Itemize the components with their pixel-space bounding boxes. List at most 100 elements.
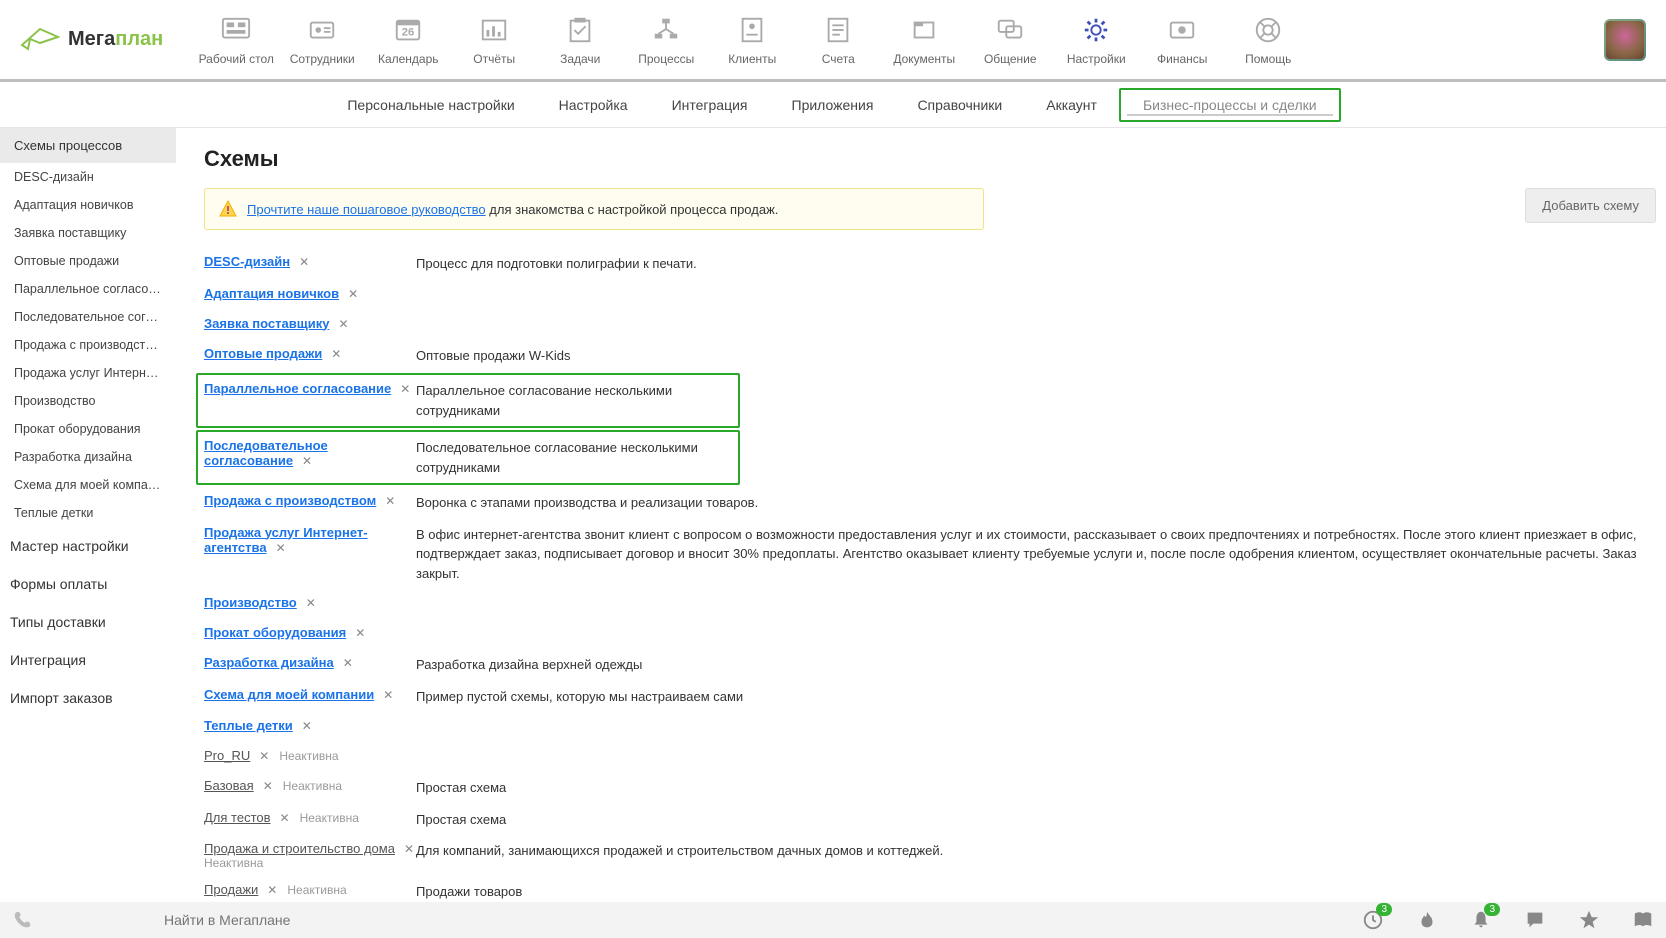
close-icon[interactable]: ✕: [280, 811, 290, 825]
scheme-link[interactable]: Разработка дизайна: [204, 655, 334, 670]
sidebar-item[interactable]: Схема для моей компании: [0, 471, 176, 499]
add-scheme-button[interactable]: Добавить схему: [1525, 188, 1656, 223]
sidebar-item[interactable]: Прокат оборудования: [0, 415, 176, 443]
scheme-link[interactable]: Адаптация новичков: [204, 286, 339, 301]
topnav-employees[interactable]: Сотрудники: [279, 14, 365, 66]
subnav-item[interactable]: Справочники: [895, 82, 1024, 128]
scheme-description: Параллельное согласование несколькими со…: [416, 381, 732, 420]
scheme-link[interactable]: Pro_RU: [204, 748, 250, 763]
avatar[interactable]: [1604, 19, 1646, 61]
close-icon[interactable]: ✕: [267, 883, 277, 897]
scheme-status: Неактивна: [300, 811, 359, 825]
sidebar-item[interactable]: Последовательное согласов...: [0, 303, 176, 331]
clock-badge: 3: [1376, 903, 1392, 916]
topnav-reports[interactable]: Отчёты: [451, 14, 537, 66]
topnav-tasks[interactable]: Задачи: [537, 14, 623, 66]
search-input[interactable]: [164, 912, 764, 928]
topnav-label: Настройки: [1067, 52, 1126, 66]
close-icon[interactable]: ✕: [259, 749, 269, 763]
topnav-invoices[interactable]: Счета: [795, 14, 881, 66]
scheme-description: Простая схема: [416, 778, 1638, 798]
close-icon[interactable]: ✕: [306, 596, 316, 610]
scheme-link[interactable]: Теплые детки: [204, 718, 293, 733]
invoices-icon: [819, 14, 857, 46]
sidebar: Схемы процессов DESC-дизайнАдаптация нов…: [0, 128, 176, 899]
subnav-item[interactable]: Аккаунт: [1024, 82, 1119, 128]
topnav-documents[interactable]: Документы: [881, 14, 967, 66]
sidebar-section[interactable]: Мастер настройки: [0, 527, 176, 565]
close-icon[interactable]: ✕: [276, 541, 286, 555]
scheme-link[interactable]: DESC-дизайн: [204, 254, 290, 269]
close-icon[interactable]: ✕: [263, 779, 273, 793]
sidebar-item[interactable]: DESC-дизайн: [0, 163, 176, 191]
scheme-link[interactable]: Прокат оборудования: [204, 625, 346, 640]
topnav-help[interactable]: Помощь: [1225, 14, 1311, 66]
topnav-processes[interactable]: Процессы: [623, 14, 709, 66]
scheme-link[interactable]: Схема для моей компании: [204, 687, 374, 702]
sidebar-item[interactable]: Разработка дизайна: [0, 443, 176, 471]
subnav-item[interactable]: Персональные настройки: [325, 82, 536, 128]
close-icon[interactable]: ✕: [355, 626, 365, 640]
topbar: Мегаплан Рабочий столСотрудники26Календа…: [0, 0, 1666, 82]
sidebar-item[interactable]: Продажа услуг Интернет-аге...: [0, 359, 176, 387]
phone-icon[interactable]: [12, 909, 34, 931]
scheme-link[interactable]: Продажа услуг Интернет-агентства: [204, 525, 368, 555]
logo[interactable]: Мегаплан: [20, 25, 163, 55]
close-icon[interactable]: ✕: [383, 688, 393, 702]
flame-icon[interactable]: [1416, 909, 1438, 931]
star-icon[interactable]: [1578, 909, 1600, 931]
scheme-link[interactable]: Оптовые продажи: [204, 346, 322, 361]
sidebar-item[interactable]: Заявка поставщику: [0, 219, 176, 247]
close-icon[interactable]: ✕: [331, 347, 341, 361]
sidebar-item[interactable]: Продажа с производством: [0, 331, 176, 359]
scheme-row: Продажа и строительство дома✕НеактивнаДл…: [204, 835, 1638, 876]
sidebar-header: Схемы процессов: [0, 128, 176, 163]
topnav-dashboard[interactable]: Рабочий стол: [193, 14, 279, 66]
message-icon[interactable]: [1524, 909, 1546, 931]
topnav-settings[interactable]: Настройки: [1053, 14, 1139, 66]
subnav-item[interactable]: Интеграция: [650, 82, 770, 128]
close-icon[interactable]: ✕: [404, 842, 414, 856]
sidebar-item[interactable]: Теплые детки: [0, 499, 176, 527]
scheme-link[interactable]: Продажа и строительство дома: [204, 841, 395, 856]
close-icon[interactable]: ✕: [348, 287, 358, 301]
scheme-link[interactable]: Продажа с производством: [204, 493, 376, 508]
scheme-link[interactable]: Для тестов: [204, 810, 271, 825]
clock-icon[interactable]: 3: [1362, 909, 1384, 931]
scheme-row: Продажа с производством✕Воронка с этапам…: [204, 487, 1638, 519]
subnav-item[interactable]: Бизнес-процессы и сделки: [1119, 88, 1341, 122]
close-icon[interactable]: ✕: [338, 317, 348, 331]
sidebar-item[interactable]: Адаптация новичков: [0, 191, 176, 219]
scheme-link[interactable]: Заявка поставщику: [204, 316, 329, 331]
bell-icon[interactable]: 3: [1470, 909, 1492, 931]
scheme-row: DESC-дизайн ✕ Процесс для подготовки полиг…: [204, 248, 1638, 280]
close-icon[interactable]: ✕: [343, 656, 353, 670]
book-icon[interactable]: [1632, 909, 1654, 931]
sidebar-section[interactable]: Формы оплаты: [0, 565, 176, 603]
topnav-finance[interactable]: Финансы: [1139, 14, 1225, 66]
close-icon[interactable]: ✕: [302, 454, 312, 468]
close-icon[interactable]: ✕: [299, 255, 309, 269]
scheme-status: Неактивна: [204, 856, 416, 870]
sidebar-section[interactable]: Интеграция: [0, 641, 176, 679]
scheme-link[interactable]: Параллельное согласование: [204, 381, 391, 396]
close-icon[interactable]: ✕: [400, 382, 410, 396]
topnav-clients[interactable]: Клиенты: [709, 14, 795, 66]
subnav-item[interactable]: Приложения: [770, 82, 896, 128]
scheme-link[interactable]: Базовая: [204, 778, 254, 793]
subnav-item[interactable]: Настройка: [537, 82, 650, 128]
scheme-description: Процесс для подготовки полиграфии к печа…: [416, 254, 1638, 274]
alert-link[interactable]: Прочтите наше пошаговое руководство: [247, 202, 486, 217]
bottombar: 3 3: [0, 902, 1666, 938]
sidebar-section[interactable]: Типы доставки: [0, 603, 176, 641]
sidebar-section[interactable]: Импорт заказов: [0, 679, 176, 717]
topnav-calendar[interactable]: 26Календарь: [365, 14, 451, 66]
sidebar-item[interactable]: Оптовые продажи: [0, 247, 176, 275]
scheme-link[interactable]: Производство: [204, 595, 297, 610]
topnav-chat[interactable]: Общение: [967, 14, 1053, 66]
sidebar-item[interactable]: Параллельное согласование: [0, 275, 176, 303]
sidebar-item[interactable]: Производство: [0, 387, 176, 415]
close-icon[interactable]: ✕: [385, 494, 395, 508]
scheme-link[interactable]: Продажи: [204, 882, 258, 897]
close-icon[interactable]: ✕: [302, 719, 312, 733]
